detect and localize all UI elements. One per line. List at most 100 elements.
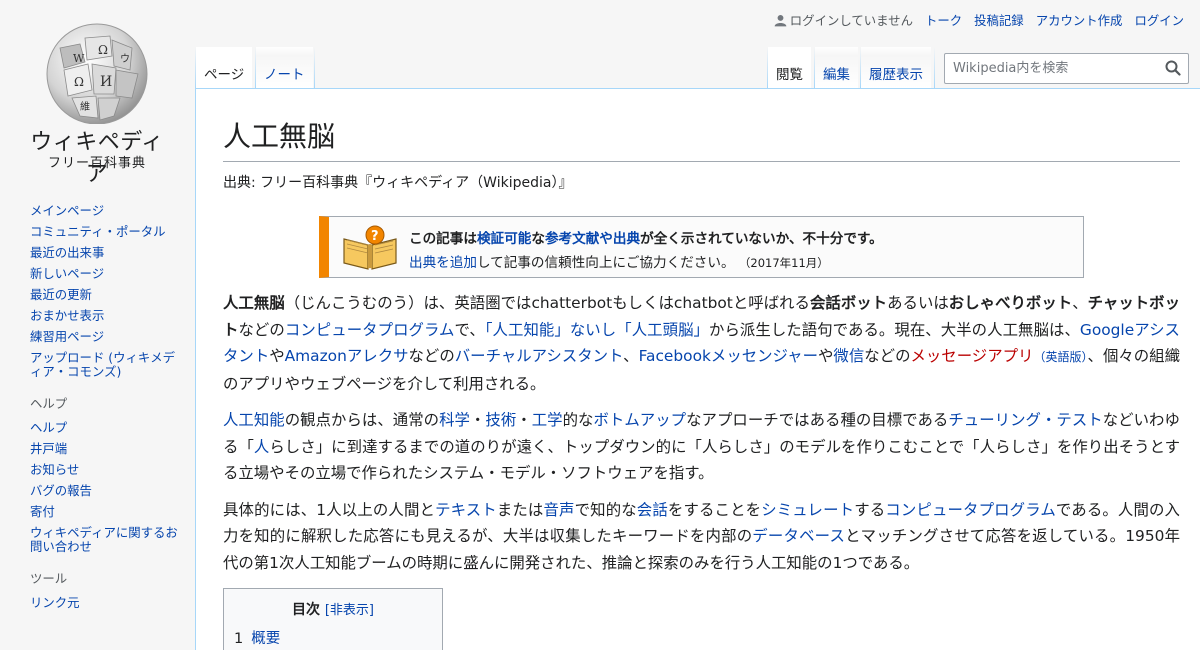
inline-link[interactable]: シミュレート (761, 501, 854, 519)
inline-link[interactable]: Amazonアレクサ (285, 347, 409, 365)
article-content: 人工無脳 出典: フリー百科事典『ウィキペディア（Wikipedia）』 ? こ… (195, 88, 1200, 650)
search-icon[interactable] (1165, 60, 1181, 76)
inline-link[interactable]: テキスト (435, 501, 497, 519)
paragraph-text: （じんこうむのう）は、英語圏ではchatterbotもしくはchatbotと呼ば… (284, 294, 810, 312)
inline-link[interactable]: 「人工知能」ないし「人工頭脳」 (485, 321, 709, 339)
sources-link[interactable]: 参考文献や出典 (545, 231, 640, 247)
search-box (944, 53, 1189, 84)
table-of-contents: 目次 [非表示] 1概要 2手法 (223, 588, 443, 650)
notice-text: が全く示されていないか、不十分です。 (640, 231, 883, 247)
inline-link[interactable]: 微信 (833, 347, 864, 365)
add-sources-link[interactable]: 出典を追加 (409, 255, 477, 271)
paragraph-text: 、 (623, 347, 639, 365)
inline-link[interactable]: コンピュータプログラム (285, 321, 455, 339)
logo-tagline: フリー百科事典 (47, 156, 146, 171)
wikipedia-logo[interactable]: W Ω Ω И ウ 維 ウィキペディア フリー百科事典 (22, 12, 172, 187)
paragraph-text: なアプローチではある種の目標である (686, 411, 949, 429)
toc-title-row: 目次 [非表示] (234, 599, 432, 619)
sidebar-item-what-links-here[interactable]: リンク元 (30, 596, 180, 610)
paragraph-text: や (269, 347, 285, 365)
tab-page[interactable]: ページ (196, 47, 253, 88)
paragraph-text: ・ (516, 411, 532, 429)
verifiability-link[interactable]: 検証可能 (477, 231, 531, 247)
inline-link[interactable]: Facebookメッセンジャー (639, 347, 818, 365)
sidebar-item-community-portal[interactable]: コミュニティ・ポータル (30, 225, 180, 239)
notice-date: （2017年11月） (738, 256, 829, 270)
bold-term: おしゃべりボット (948, 294, 1073, 312)
inline-link[interactable]: コンピュータプログラム (885, 501, 1056, 519)
sidebar-item-random-page[interactable]: おまかせ表示 (30, 309, 180, 323)
paragraph-text: らしさ」に到達するまでの道のりが遠く、トップダウン的に「人らしさ」のモデルを作り… (223, 437, 1180, 483)
sidebar-item-contact[interactable]: ウィキペディアに関するお問い合わせ (30, 526, 180, 554)
inline-link[interactable]: 科学 (439, 411, 470, 429)
sidebar-item-donate[interactable]: 寄付 (30, 505, 180, 519)
toc-toggle-link[interactable]: [非表示] (325, 603, 374, 618)
paragraph-text: などの (408, 347, 455, 365)
sidebar-item-bug-report[interactable]: バグの報告 (30, 484, 180, 498)
user-icon (774, 14, 787, 26)
create-account-link[interactable]: アカウント作成 (1036, 11, 1123, 29)
paragraph-text: で、 (454, 320, 485, 339)
sidebar-item-sandbox[interactable]: 練習用ページ (30, 330, 180, 344)
tab-edit[interactable]: 編集 (815, 47, 858, 88)
inline-link[interactable]: データベース (752, 527, 845, 545)
contributions-link[interactable]: 投稿記録 (974, 11, 1024, 29)
paragraph-2: 人工知能の観点からは、通常の科学・技術・工学的なボトムアップなアプローチではある… (223, 407, 1180, 487)
sidebar-heading-tools[interactable]: ツール (30, 572, 180, 586)
svg-text:維: 維 (80, 100, 90, 113)
anon-status-text: ログインしていません (789, 13, 913, 28)
sidebar-heading-help[interactable]: ヘルプ (30, 397, 180, 411)
toc-title: 目次 (291, 602, 320, 618)
paragraph-text: などの (238, 320, 285, 339)
tab-history[interactable]: 履歴表示 (861, 47, 931, 88)
paragraph-text: で知的な (574, 500, 637, 519)
sidebar-item-village-pump[interactable]: 井戸端 (30, 442, 180, 456)
sidebar-item-help[interactable]: ヘルプ (30, 421, 180, 435)
paragraph-1: 人工無脳（じんこうむのう）は、英語圏ではchatterbotもしくはchatbo… (223, 290, 1180, 397)
inline-link[interactable]: 工学 (532, 411, 563, 429)
sidebar-item-upload[interactable]: アップロード (ウィキメディア・コモンズ) (30, 351, 180, 379)
sidebar-item-new-pages[interactable]: 新しいページ (30, 267, 180, 281)
paragraph-text: または (496, 500, 544, 519)
sidebar-item-current-events[interactable]: 最近の出来事 (30, 246, 180, 260)
site-sub: 出典: フリー百科事典『ウィキペディア（Wikipedia）』 (223, 175, 573, 191)
inline-link[interactable]: バーチャルアシスタント (455, 347, 623, 365)
inline-link[interactable]: 人 (254, 438, 269, 456)
inline-link[interactable]: 人工知能 (223, 411, 285, 429)
svg-text:W: W (73, 52, 85, 65)
svg-text:ウ: ウ (120, 53, 130, 65)
sidebar-item-main-page[interactable]: メインページ (30, 204, 180, 218)
login-link[interactable]: ログイン (1134, 11, 1184, 29)
sidebar-item-notices[interactable]: お知らせ (30, 463, 180, 477)
puzzle-globe-icon: W Ω Ω И ウ 維 (46, 23, 148, 124)
sidebar-item-recent-changes[interactable]: 最近の更新 (30, 288, 180, 302)
inline-link[interactable]: 技術 (485, 411, 516, 429)
red-link[interactable]: メッセージアプリ (910, 347, 1033, 365)
svg-text:?: ? (371, 229, 379, 244)
inline-link[interactable]: チューリング・テスト (948, 411, 1102, 429)
notice-text: この記事は (409, 231, 477, 247)
notice-text: な (531, 231, 545, 247)
inline-link[interactable]: （英語版） (1033, 350, 1087, 364)
svg-text:Ω: Ω (74, 75, 84, 89)
paragraph-text: や (818, 347, 834, 365)
search-input[interactable] (945, 54, 1155, 83)
tab-read[interactable]: 閲覧 (768, 47, 811, 88)
tab-separator (314, 47, 315, 88)
paragraph-text: の観点からは、通常の (284, 411, 440, 429)
page-title: 人工無脳 (223, 115, 1180, 162)
inline-link[interactable]: ボトムアップ (593, 411, 686, 429)
tab-talk[interactable]: ノート (256, 47, 313, 88)
talk-link[interactable]: トーク (925, 11, 962, 29)
toc-item-label[interactable]: 概要 (251, 631, 280, 647)
paragraph-text: 的な (562, 411, 594, 429)
svg-text:Ω: Ω (98, 43, 108, 57)
inline-link[interactable]: 会話 (637, 501, 668, 519)
inline-link[interactable]: 音声 (543, 501, 574, 519)
paragraph-text: などの (864, 347, 911, 365)
paragraph-text: から派生した語句である。現在、大半の人工無脳は、 (709, 320, 1080, 339)
toc-item[interactable]: 1 概要 (234, 627, 432, 648)
book-question-icon: ? (343, 225, 397, 270)
paragraph-text: ・ (469, 411, 486, 429)
paragraph-text: あるいは (887, 294, 949, 312)
